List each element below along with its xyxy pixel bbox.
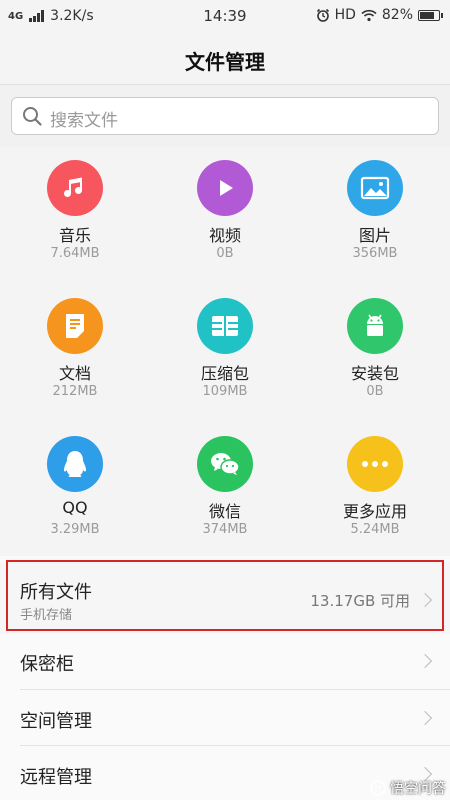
all-files-subtitle: 手机存储 [20,608,73,623]
header: 文件管理 [0,32,450,84]
category-size: 212MB [52,384,98,399]
list-item-label: 空间管理 [20,711,92,732]
list-item-space-management[interactable]: 空间管理 [0,690,450,746]
available-space: 13.17GB 可用 [310,592,410,610]
search-input[interactable]: 搜索文件 [11,97,439,135]
page-title: 文件管理 [185,50,265,74]
category-label: QQ [62,498,88,517]
list-item-label: 保密柜 [20,654,74,675]
android-icon [347,298,403,354]
category-video[interactable]: 视频 0B [150,160,300,280]
list-item-safe-box[interactable]: 保密柜 [0,634,450,690]
category-size: 109MB [202,384,248,399]
category-grid: 音乐 7.64MB 视频 0B 图片 356MB 文档 212MB 压缩包 10… [0,146,450,556]
category-apk[interactable]: 安装包 0B [300,298,450,418]
category-size: 0B [216,246,234,261]
wifi-icon [361,9,377,21]
list-item-all-files[interactable]: 所有文件 手机存储 13.17GB 可用 [0,562,450,634]
category-label: 视频 [208,226,241,245]
category-size: 3.29MB [50,522,100,537]
category-archives[interactable]: 压缩包 109MB [150,298,300,418]
battery-fill [420,11,434,19]
storage-list: 所有文件 手机存储 13.17GB 可用 保密柜 空间管理 远程管理 [0,556,450,800]
category-images[interactable]: 图片 356MB [300,160,450,280]
category-label: 压缩包 [200,364,249,383]
category-music[interactable]: 音乐 7.64MB [0,160,150,280]
archive-icon [197,298,253,354]
category-label: 图片 [358,226,391,245]
category-label: 安装包 [350,364,399,383]
wukong-logo-icon [370,780,386,796]
wechat-icon [197,436,253,492]
watermark-text: 悟空问答 [390,781,446,797]
status-bar: 4G 3.2K/s 14:39 HD 82% [0,0,450,32]
alarm-icon [316,8,329,22]
category-size: 374MB [202,522,248,537]
category-documents[interactable]: 文档 212MB [0,298,150,418]
chevron-right-icon [417,710,433,726]
category-label: 音乐 [58,226,91,245]
document-icon [47,298,103,354]
category-size: 356MB [352,246,398,261]
chevron-right-icon [417,592,433,608]
category-size: 0B [366,384,384,399]
status-right: HD 82% [316,7,443,23]
category-size: 5.24MB [350,522,400,537]
image-icon [347,160,403,216]
search-area: 搜索文件 [0,84,450,147]
category-more-apps[interactable]: 更多应用 5.24MB [300,436,450,556]
category-label: 文档 [58,364,91,383]
battery-icon [418,9,443,21]
chevron-right-icon [417,653,433,669]
category-size: 7.64MB [50,246,100,261]
play-icon [197,160,253,216]
music-note-icon [47,160,103,216]
all-files-title: 所有文件 [20,582,92,603]
more-dots-icon [347,436,403,492]
list-item-label: 远程管理 [20,767,92,788]
hd-label: HD [334,7,356,23]
search-placeholder: 搜索文件 [50,111,118,131]
search-icon [23,107,42,126]
category-qq[interactable]: QQ 3.29MB [0,436,150,556]
qq-penguin-icon [47,436,103,492]
category-label: 更多应用 [342,502,407,521]
category-wechat[interactable]: 微信 374MB [150,436,300,556]
battery-percent: 82% [381,7,413,23]
category-label: 微信 [208,502,241,521]
watermark: 悟空问答 [370,778,446,798]
